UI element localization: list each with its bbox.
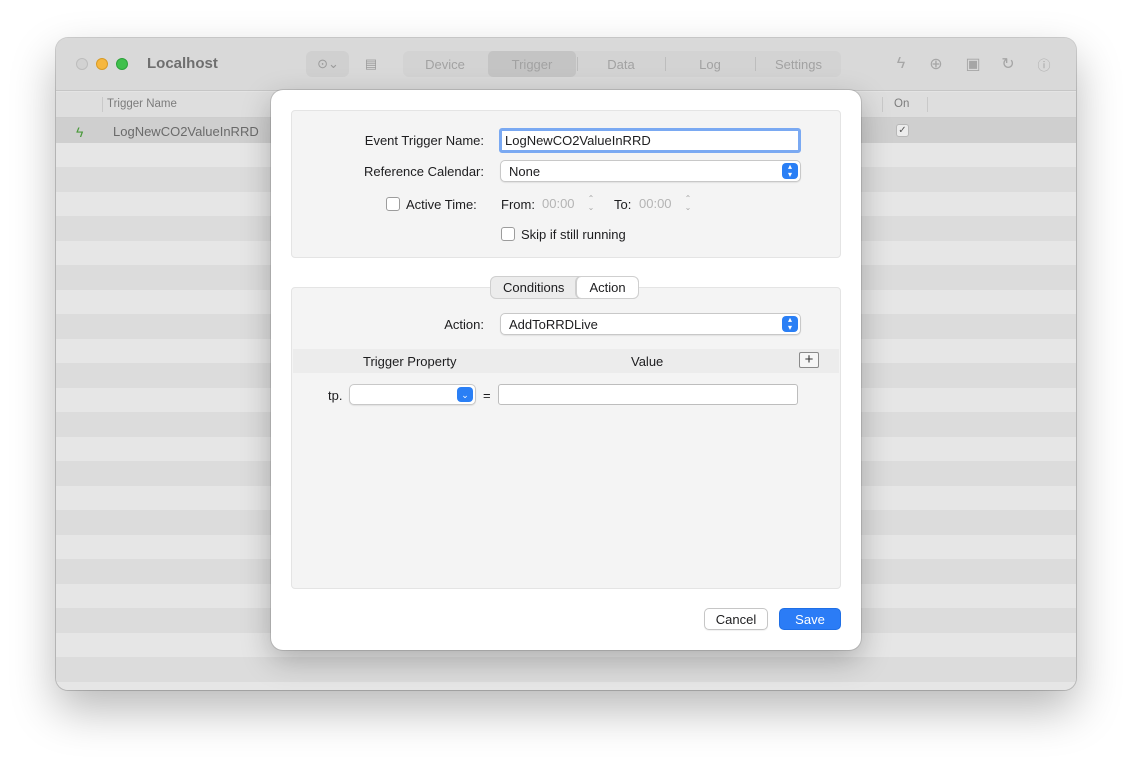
from-time-field[interactable]: 00:00 (540, 194, 582, 214)
column-trigger-name[interactable]: Trigger Name (107, 98, 177, 110)
column-value: Value (631, 354, 664, 369)
segment-settings[interactable]: Settings (756, 51, 841, 77)
edit-trigger-sheet: Event Trigger Name: Reference Calendar: … (271, 90, 861, 650)
property-value-field[interactable] (498, 384, 798, 405)
title-bar: Localhost ⊙⌄ ▤ Device Trigger Data Log S… (56, 38, 1076, 91)
segment-device[interactable]: Device (403, 51, 487, 77)
view-segmented-control: Device Trigger Data Log Settings (403, 51, 841, 77)
column-trigger-property: Trigger Property (363, 354, 457, 369)
tab-conditions[interactable]: Conditions (491, 277, 576, 298)
refresh-icon[interactable]: ↻ (998, 54, 1018, 74)
table-row (56, 657, 1076, 682)
tab-action[interactable]: Action (576, 277, 638, 298)
zoom-window-button[interactable] (116, 58, 128, 70)
help-icon[interactable]: ⓘ (1034, 54, 1054, 74)
save-button[interactable]: Save (779, 608, 841, 630)
add-property-button[interactable]: + (799, 352, 819, 368)
skip-if-running-checkbox[interactable] (501, 227, 515, 241)
segment-log[interactable]: Log (666, 51, 754, 77)
window-title: Localhost (147, 55, 218, 72)
from-label: From: (501, 197, 535, 212)
action-value: AddToRRDLive (509, 317, 598, 332)
conditions-action-tabs: Conditions Action (490, 276, 639, 299)
table-view-icon[interactable]: ▤ (360, 51, 382, 77)
to-label: To: (614, 197, 632, 212)
segment-data[interactable]: Data (578, 51, 664, 77)
column-on[interactable]: On (894, 98, 909, 110)
up-down-chevron-icon: ▴ ▾ (782, 316, 798, 332)
more-menu-button[interactable]: ⊙⌄ (306, 51, 349, 77)
reference-calendar-value: None (509, 164, 541, 179)
column-separator (927, 97, 928, 112)
event-trigger-name-field[interactable] (499, 128, 801, 153)
event-trigger-name-label: Event Trigger Name: (364, 133, 484, 148)
minimize-window-button[interactable] (96, 58, 108, 70)
table-row (56, 681, 1076, 690)
chevron-down-icon: ⌄ (457, 387, 473, 402)
tp-prefix-label: tp. (328, 388, 343, 403)
segment-trigger[interactable]: Trigger (488, 51, 576, 77)
equals-sign: = (483, 388, 491, 403)
action-label: Action: (444, 317, 484, 332)
from-time-stepper[interactable]: ⌃ ⌄ (585, 194, 597, 214)
reference-calendar-popup[interactable]: None ▴ ▾ (500, 160, 801, 182)
search-add-icon[interactable]: ⊕ (926, 54, 946, 74)
column-separator (882, 97, 883, 112)
trigger-on-checkbox[interactable]: ✓ (896, 124, 909, 137)
ellipsis-circle-icon: ⊙⌄ (317, 56, 339, 71)
trigger-property-popup[interactable]: ⌄ (349, 384, 476, 405)
up-down-chevron-icon: ▴ ▾ (782, 163, 798, 179)
to-time-field[interactable]: 00:00 (637, 194, 679, 214)
trigger-row-name[interactable]: LogNewCO2ValueInRRD (113, 124, 259, 139)
cancel-button[interactable]: Cancel (704, 608, 768, 630)
reference-calendar-label: Reference Calendar: (364, 164, 484, 179)
column-separator (102, 97, 103, 112)
active-time-checkbox[interactable] (386, 197, 400, 211)
close-window-button[interactable] (76, 58, 88, 70)
to-time-stepper[interactable]: ⌃ ⌄ (682, 194, 694, 214)
new-document-icon[interactable]: ▣ (963, 54, 983, 74)
active-time-label: Active Time: (406, 197, 477, 212)
skip-if-running-label: Skip if still running (521, 227, 626, 242)
lightning-bolt-icon: ϟ (76, 124, 84, 140)
add-trigger-icon[interactable]: ϟ (891, 54, 911, 74)
action-popup[interactable]: AddToRRDLive ▴ ▾ (500, 313, 801, 335)
